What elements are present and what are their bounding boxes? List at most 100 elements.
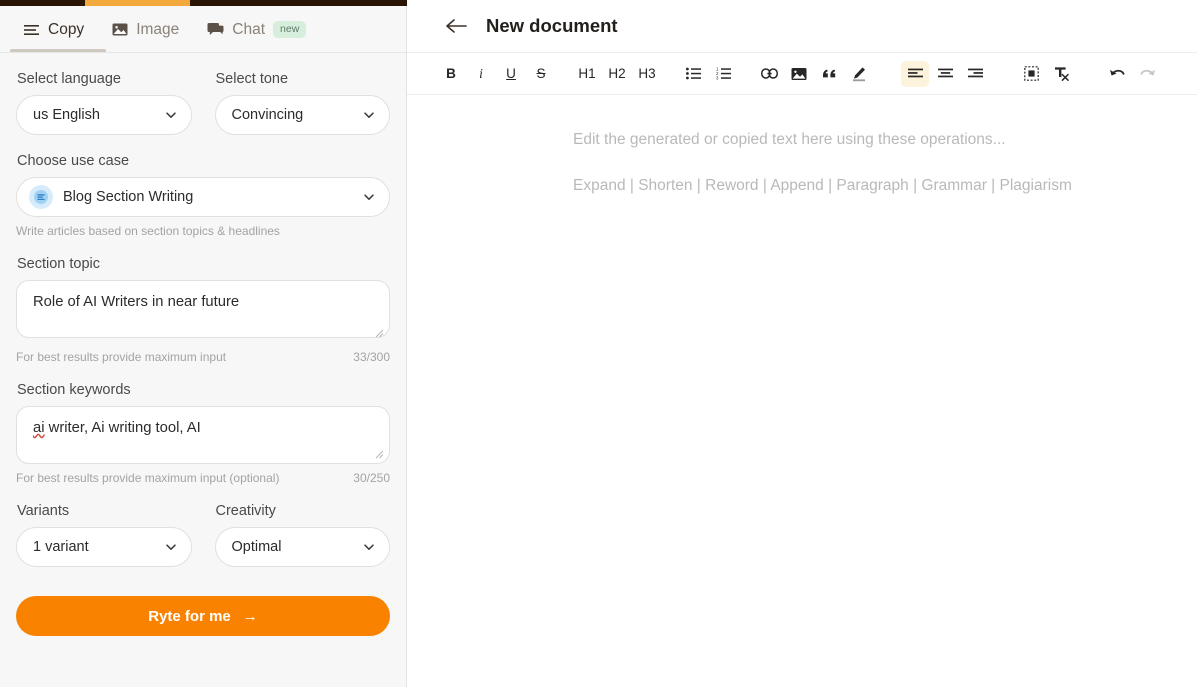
main-panel: New document B i U S H1 H2 H3 1 2 3 Edit… <box>407 0 1197 687</box>
section-keywords-hint-row: For best results provide maximum input (… <box>16 471 390 485</box>
highlighter-pen-button[interactable] <box>845 61 873 87</box>
document-editor[interactable]: Edit the generated or copied text here u… <box>407 95 1197 687</box>
copy-form: Select language us English Select tone C… <box>0 53 406 636</box>
section-keywords-field: Section keywords ai writer, Ai writing t… <box>16 382 390 485</box>
section-topic-hint-row: For best results provide maximum input 3… <box>16 350 390 364</box>
bullet-list-button[interactable] <box>679 61 707 87</box>
tab-chat-label: Chat <box>232 20 266 38</box>
use-case-value: Blog Section Writing <box>63 189 194 205</box>
ryte-for-me-label: Ryte for me <box>148 607 231 625</box>
section-topic-wrap <box>16 280 390 343</box>
tab-chat[interactable]: Chat new <box>193 9 320 50</box>
section-keywords-rest: writer, Ai writing tool, AI <box>44 420 201 436</box>
tone-label: Select tone <box>215 71 289 87</box>
top-progress-segment <box>85 0 190 6</box>
document-lines-icon <box>29 185 53 209</box>
tab-image[interactable]: Image <box>98 9 193 50</box>
pen-icon <box>851 66 867 82</box>
tone-value: Convincing <box>231 107 304 123</box>
align-center-button[interactable] <box>931 61 959 87</box>
italic-button[interactable]: i <box>467 61 495 87</box>
section-keywords-input[interactable]: ai writer, Ai writing tool, AI <box>16 406 390 464</box>
arrow-right-icon: → <box>242 607 258 625</box>
dashed-box-icon <box>1023 66 1039 81</box>
clear-formatting-button[interactable] <box>1047 61 1075 87</box>
strikethrough-button[interactable]: S <box>527 61 555 87</box>
editor-toolbar: B i U S H1 H2 H3 1 2 3 <box>407 53 1197 95</box>
variants-creativity-row: Variants 1 variant Creativity Optimal <box>16 503 390 567</box>
bold-button[interactable]: B <box>437 61 465 87</box>
section-topic-input[interactable] <box>16 280 390 338</box>
use-case-field: Choose use case Blog Section Writing Wri… <box>16 153 390 238</box>
align-right-button[interactable] <box>961 61 989 87</box>
align-center-icon <box>937 68 953 80</box>
underline-button[interactable]: U <box>497 61 525 87</box>
editor-placeholder: Edit the generated or copied text here u… <box>573 131 1006 148</box>
align-left-icon <box>907 68 923 80</box>
image-button[interactable] <box>785 61 813 87</box>
chevron-down-icon <box>363 191 375 203</box>
link-button[interactable] <box>755 61 783 87</box>
language-tone-row: Select language us English Select tone C… <box>16 71 390 135</box>
blockquote-button[interactable] <box>815 61 843 87</box>
document-header: New document <box>407 0 1197 53</box>
chat-new-badge: new <box>273 20 307 39</box>
image-icon <box>112 22 128 37</box>
image-icon <box>791 67 807 81</box>
section-keywords-counter: 30/250 <box>353 471 390 485</box>
section-keywords-wrap: ai writer, Ai writing tool, AI <box>16 406 390 464</box>
use-case-label: Choose use case <box>17 153 130 169</box>
redo-button[interactable] <box>1133 61 1161 87</box>
top-accent-bar <box>0 0 407 6</box>
align-right-icon <box>967 68 983 80</box>
link-icon <box>760 68 778 79</box>
quote-icon <box>822 68 837 80</box>
ryte-for-me-button[interactable]: Ryte for me → <box>16 596 390 636</box>
chevron-down-icon <box>363 109 375 121</box>
heading-1-button[interactable]: H1 <box>573 61 601 87</box>
undo-button[interactable] <box>1103 61 1131 87</box>
creativity-label: Creativity <box>215 503 276 519</box>
variants-select[interactable]: 1 variant <box>16 527 192 567</box>
redo-icon <box>1139 67 1156 80</box>
variants-label: Variants <box>17 503 70 519</box>
use-case-description-row: Write articles based on section topics &… <box>16 224 390 238</box>
section-topic-field: Section topic For best results provide m… <box>16 256 390 364</box>
svg-text:3: 3 <box>716 76 719 80</box>
clear-format-icon <box>1053 66 1069 81</box>
tone-select[interactable]: Convincing <box>214 95 390 135</box>
heading-2-button[interactable]: H2 <box>603 61 631 87</box>
align-left-button[interactable] <box>901 60 929 87</box>
language-value: us English <box>33 107 100 123</box>
tab-image-label: Image <box>136 20 180 38</box>
language-select[interactable]: us English <box>16 95 192 135</box>
creativity-select[interactable]: Optimal <box>214 527 390 567</box>
language-label: Select language <box>17 71 121 87</box>
tab-copy-label: Copy <box>48 20 85 38</box>
undo-icon <box>1109 67 1126 80</box>
creativity-value: Optimal <box>231 539 282 555</box>
page-title: New document <box>486 15 618 36</box>
variants-field: Variants 1 variant <box>16 503 192 567</box>
language-field: Select language us English <box>16 71 192 135</box>
section-keywords-hint: For best results provide maximum input (… <box>16 471 280 485</box>
heading-3-button[interactable]: H3 <box>633 61 661 87</box>
chevron-down-icon <box>165 541 177 553</box>
chevron-down-icon <box>165 109 177 121</box>
creativity-field: Creativity Optimal <box>214 503 390 567</box>
use-case-description: Write articles based on section topics &… <box>16 224 280 238</box>
section-topic-hint: For best results provide maximum input <box>16 350 227 364</box>
insert-box-button[interactable] <box>1017 61 1045 87</box>
numbered-list-icon: 1 2 3 <box>716 67 731 80</box>
tone-field: Select tone Convincing <box>214 71 390 135</box>
numbered-list-button[interactable]: 1 2 3 <box>709 61 737 87</box>
tab-copy[interactable]: Copy <box>10 9 107 53</box>
bullet-list-icon <box>685 67 701 80</box>
chat-icon <box>207 22 224 37</box>
variants-value: 1 variant <box>33 539 89 555</box>
chevron-down-icon <box>363 541 375 553</box>
menu-icon <box>24 23 40 37</box>
arrow-left-icon[interactable] <box>445 18 467 34</box>
sidebar-tabbar: Copy Image Chat new <box>0 6 406 53</box>
use-case-select[interactable]: Blog Section Writing <box>16 177 390 217</box>
